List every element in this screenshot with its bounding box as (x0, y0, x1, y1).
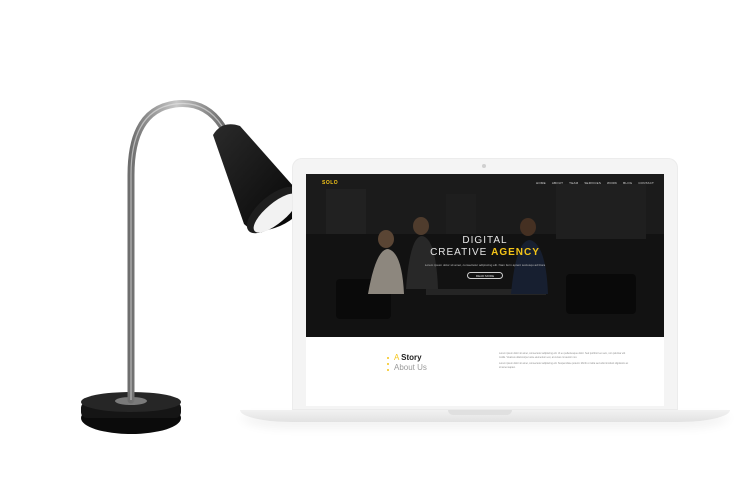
laptop-screen-frame: SOLO HOME ABOUT TEAM SERVICES WORK BLOG … (292, 158, 678, 410)
nav-item-home[interactable]: HOME (536, 181, 546, 185)
hero-section: SOLO HOME ABOUT TEAM SERVICES WORK BLOG … (306, 174, 664, 337)
nav-item-services[interactable]: SERVICES (584, 181, 601, 185)
story-subheading: About Us (394, 363, 427, 372)
story-section: A Story About Us Lorem ipsum dolor sit a… (306, 337, 664, 406)
site-navbar: SOLO HOME ABOUT TEAM SERVICES WORK BLOG … (306, 174, 664, 194)
nav-item-team[interactable]: TEAM (569, 181, 578, 185)
hero-title-line2: CREATIVE AGENCY (306, 247, 664, 258)
site-logo[interactable]: SOLO (322, 180, 338, 186)
nav-item-work[interactable]: WORK (607, 181, 617, 185)
nav-item-about[interactable]: ABOUT (552, 181, 563, 185)
camera-icon (482, 164, 486, 168)
read-more-button[interactable]: READ MORE (467, 272, 503, 279)
site-nav-menu: HOME ABOUT TEAM SERVICES WORK BLOG CONTA… (536, 181, 654, 185)
story-heading-word: Story (401, 353, 422, 362)
story-paragraph: Lorem ipsum dolor sit amet, consectetur … (499, 362, 629, 369)
accent-dots-icon (387, 357, 390, 375)
nav-item-blog[interactable]: BLOG (623, 181, 632, 185)
story-text: Lorem ipsum dolor sit amet, consectetur … (499, 352, 631, 372)
story-paragraph: Lorem ipsum dolor sit amet, consectetur … (499, 352, 626, 359)
hero-title-prefix: CREATIVE (430, 247, 488, 258)
nav-item-contact[interactable]: CONTACT (638, 181, 654, 185)
story-heading: A Story (394, 353, 422, 362)
website-preview: SOLO HOME ABOUT TEAM SERVICES WORK BLOG … (306, 174, 664, 406)
hero-title-line1: DIGITAL (462, 235, 508, 246)
laptop-notch (448, 410, 512, 415)
hero-subtitle: Lorem ipsum dolor sit amet, consectetur … (424, 263, 546, 267)
hero-title-highlight: AGENCY (491, 247, 540, 258)
story-heading-a: A (394, 353, 399, 362)
